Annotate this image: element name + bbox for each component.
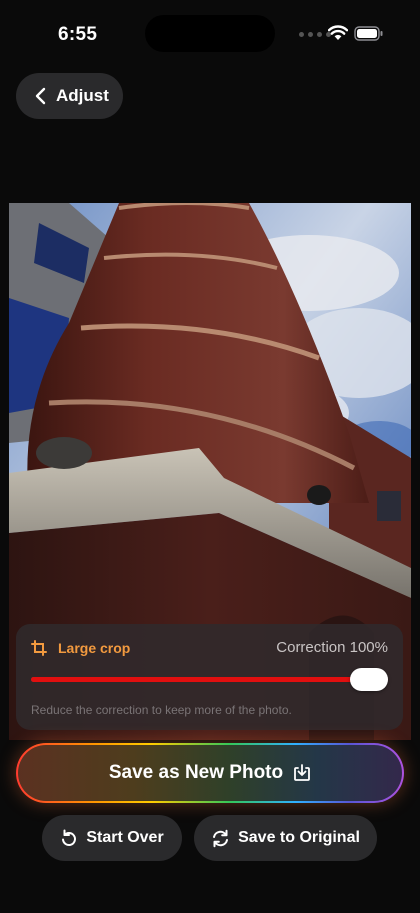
wifi-icon: [328, 25, 348, 40]
status-time: 6:55: [58, 24, 98, 45]
save-as-new-photo-inner: Save as New Photo: [18, 745, 402, 801]
correction-slider[interactable]: [31, 668, 388, 692]
slider-fill: [31, 677, 388, 682]
save-as-new-photo-label: Save as New Photo: [108, 762, 284, 783]
crop-icon: [31, 640, 47, 656]
start-over-button[interactable]: Start Over: [42, 815, 182, 861]
crop-mode-label: Large crop: [58, 640, 131, 656]
save-as-new-photo-button[interactable]: Save as New Photo: [16, 743, 404, 803]
start-over-label: Start Over: [86, 829, 164, 846]
slider-knob[interactable]: [350, 668, 388, 691]
dynamic-island: [145, 15, 275, 52]
status-bar: 6:55: [0, 0, 420, 70]
battery-icon: [354, 26, 383, 41]
chevron-left-icon: [35, 87, 46, 105]
sync-arrows-icon: [213, 829, 229, 847]
undo-arrow-icon: [62, 829, 77, 846]
correction-hint: Reduce the correction to keep more of th…: [31, 703, 292, 717]
correction-value: Correction 100%: [276, 639, 388, 656]
correction-panel: Large crop Correction 100% Reduce the co…: [16, 624, 403, 730]
save-to-original-label: Save to Original: [238, 829, 360, 846]
back-button[interactable]: Adjust: [16, 73, 123, 119]
save-download-icon: [294, 764, 311, 781]
back-button-label: Adjust: [56, 86, 109, 105]
save-to-original-button[interactable]: Save to Original: [194, 815, 377, 861]
cellular-dots-icon: [299, 32, 331, 37]
